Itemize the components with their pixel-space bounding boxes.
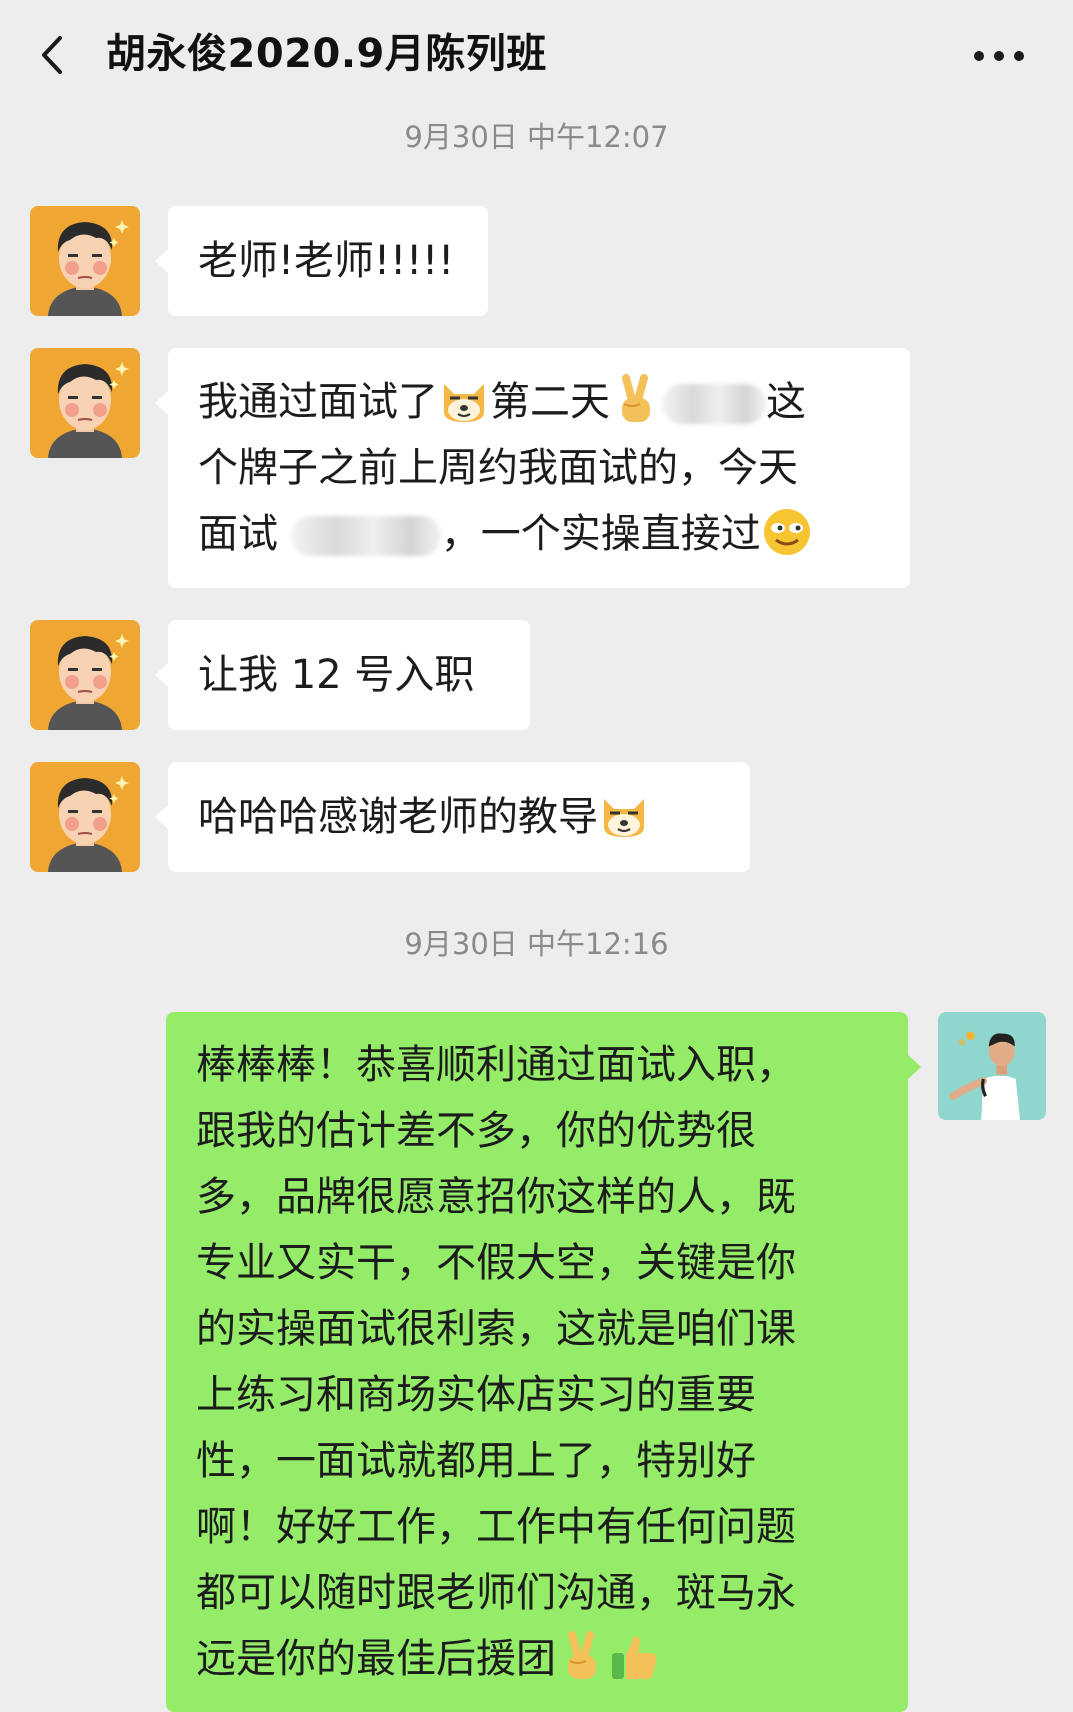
avatar[interactable] — [30, 348, 140, 458]
avatar[interactable] — [30, 620, 140, 730]
message-text: 哈哈哈感谢老师的教导 — [198, 794, 598, 840]
message-text: 第二天 — [490, 379, 610, 425]
thumbs-up-emoji-icon — [608, 1631, 660, 1683]
message-bubble[interactable]: 我通过面试了 第二天 这 个牌子之前上周约我面试的，今天 面试 ，一个实操直接过 — [155, 348, 910, 588]
message-text: 上练习和商场实体店实习的重要 — [196, 1372, 756, 1418]
message-text: 我通过面试了 — [198, 379, 438, 425]
more-dots-icon[interactable] — [969, 40, 1029, 72]
avatar[interactable] — [30, 762, 140, 872]
message-text: 棒棒棒！恭喜顺利通过面试入职， — [196, 1042, 796, 1088]
message-bubble[interactable]: 棒棒棒！恭喜顺利通过面试入职， 跟我的估计差不多，你的优势很 多，品牌很愿意招你… — [166, 1012, 921, 1712]
message-bubble[interactable]: 让我 12 号入职 — [155, 620, 530, 730]
doge-emoji-icon — [438, 374, 490, 426]
message-text: ，一个实操直接过 — [440, 511, 761, 557]
doge-emoji-icon — [598, 789, 650, 841]
message-text: 远是你的最佳后援团 — [196, 1636, 556, 1682]
message-text: 性，一面试就都用上了，特别好 — [196, 1438, 756, 1484]
avatar[interactable] — [30, 206, 140, 316]
message-bubble[interactable]: 老师!老师!!!!! — [155, 206, 488, 316]
timestamp: 9月30日 中午12:07 — [404, 120, 669, 154]
message-text: 面试 — [198, 511, 278, 557]
message-text: 老师!老师!!!!! — [198, 238, 455, 284]
message-text: 都可以随时跟老师们沟通，斑马永 — [196, 1570, 796, 1616]
message-bubble[interactable]: 哈哈哈感谢老师的教导 — [155, 762, 750, 872]
message-text: 让我 12 号入职 — [198, 652, 475, 698]
redacted-text — [290, 516, 441, 556]
message-text: 跟我的估计差不多，你的优势很 — [196, 1108, 756, 1154]
smirk-emoji-icon — [761, 506, 813, 558]
message-text: 的实操面试很利索，这就是咱们课 — [196, 1306, 796, 1352]
message-text: 啊！好好工作，工作中有任何问题 — [196, 1504, 796, 1550]
message-text: 个牌子之前上周约我面试的，今天 — [198, 445, 798, 491]
avatar[interactable] — [938, 1012, 1046, 1120]
redacted-text — [662, 384, 766, 424]
chat-title: 胡永俊2020.9月陈列班 — [106, 31, 547, 77]
message-text: 这 — [766, 379, 806, 425]
chevron-left-icon[interactable] — [30, 30, 80, 80]
victory-hand-emoji-icon — [610, 374, 662, 426]
victory-hand-emoji-icon — [556, 1631, 608, 1683]
timestamp: 9月30日 中午12:16 — [404, 927, 669, 961]
message-text: 专业又实干，不假大空，关键是你 — [196, 1240, 796, 1286]
message-text: 多，品牌很愿意招你这样的人，既 — [196, 1174, 796, 1220]
chat-header: 胡永俊2020.9月陈列班 — [0, 0, 1073, 116]
